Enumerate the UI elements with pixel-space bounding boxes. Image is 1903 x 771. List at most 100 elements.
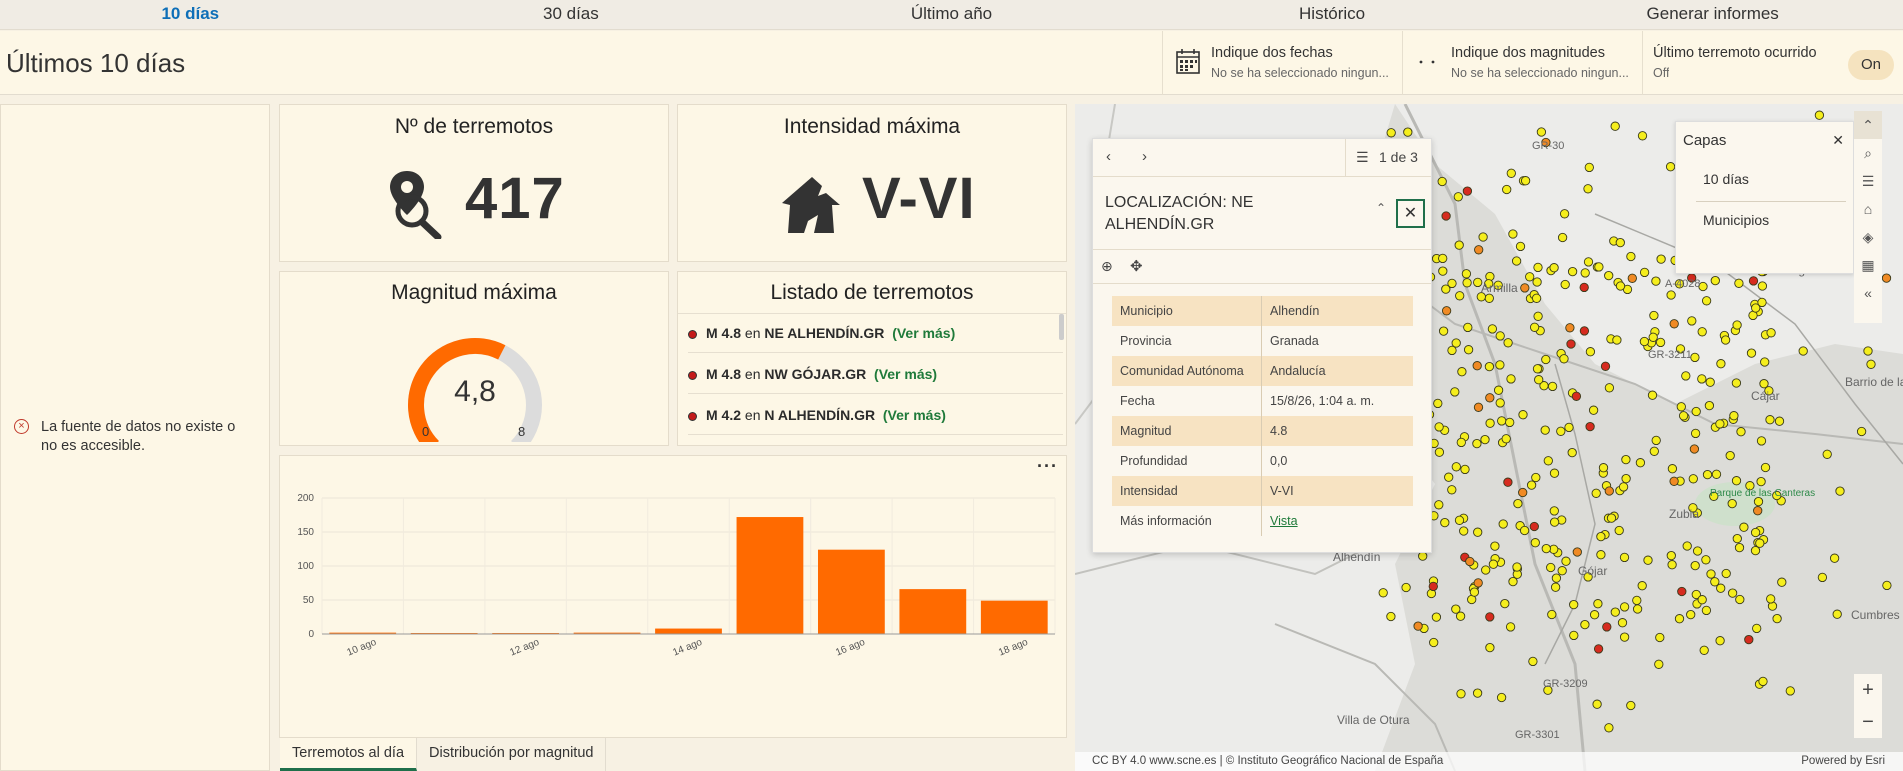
earthquake-marker[interactable] [1814, 110, 1825, 120]
earthquake-marker[interactable] [1485, 642, 1495, 653]
legend-icon[interactable]: ☰ [1854, 167, 1882, 195]
earthquake-marker[interactable] [1441, 284, 1451, 294]
zoom-out-button[interactable]: − [1854, 706, 1882, 738]
earthquake-marker[interactable] [1690, 428, 1701, 439]
earthquake-marker[interactable] [1600, 361, 1611, 371]
earthquake-marker[interactable] [1567, 447, 1577, 458]
earthquake-marker[interactable] [1549, 468, 1560, 478]
earthquake-marker[interactable] [1732, 320, 1742, 330]
earthquake-marker[interactable] [1758, 676, 1768, 687]
earthquake-marker[interactable] [1756, 476, 1766, 487]
earthquake-marker[interactable] [1735, 594, 1745, 605]
earthquake-marker[interactable] [1621, 454, 1631, 465]
earthquake-marker[interactable] [1626, 251, 1636, 262]
earthquake-marker[interactable] [1627, 273, 1637, 283]
earthquake-marker[interactable] [1547, 609, 1557, 620]
earthquake-marker[interactable] [1610, 121, 1620, 131]
earthquake-marker[interactable] [1560, 279, 1570, 290]
earthquake-marker[interactable] [1496, 692, 1507, 703]
earthquake-marker[interactable] [1438, 266, 1448, 276]
earthquake-marker[interactable] [1725, 450, 1735, 461]
earthquake-marker[interactable] [1481, 565, 1491, 575]
earthquake-marker[interactable] [1472, 361, 1482, 371]
layer-item-10-dias[interactable]: 10 días [1703, 171, 1749, 187]
tab-ultimo-ano[interactable]: Último año [761, 0, 1142, 29]
layers-icon[interactable]: ◈ [1854, 223, 1882, 251]
earthquake-marker[interactable] [1704, 400, 1715, 411]
earthquake-marker[interactable] [1454, 240, 1464, 250]
earthquake-marker[interactable] [1456, 689, 1466, 699]
earthquake-marker[interactable] [1656, 254, 1666, 264]
earthquake-marker[interactable] [1525, 272, 1535, 282]
earthquake-marker[interactable] [1564, 422, 1574, 433]
tab-historico[interactable]: Histórico [1142, 0, 1523, 29]
earthquake-marker[interactable] [1498, 519, 1508, 529]
earthquake-marker[interactable] [1585, 421, 1595, 432]
earthquake-marker[interactable] [1583, 257, 1594, 267]
chevron-left-icon[interactable]: ‹ [1106, 148, 1111, 165]
earthquake-marker[interactable] [1495, 398, 1505, 408]
earthquake-marker[interactable] [1750, 527, 1761, 538]
earthquake-marker[interactable] [1540, 425, 1550, 435]
earthquake-marker[interactable] [1687, 316, 1697, 326]
earthquake-marker[interactable] [1386, 611, 1396, 622]
earthquake-marker[interactable] [1557, 566, 1567, 576]
earthquake-marker[interactable] [1546, 562, 1556, 573]
earthquake-marker[interactable] [1541, 354, 1551, 365]
earthquake-marker[interactable] [1579, 326, 1590, 336]
earthquake-marker[interactable] [1612, 335, 1622, 345]
earthquake-marker[interactable] [1550, 582, 1561, 592]
list-item[interactable]: M 4.2 en N ALHENDÍN.GR (Ver más) [688, 395, 1063, 435]
earthquake-marker[interactable] [1485, 393, 1495, 403]
earthquake-marker[interactable] [1635, 458, 1646, 468]
earthquake-marker[interactable] [1518, 487, 1528, 498]
earthquake-marker[interactable] [1528, 656, 1538, 667]
earthquake-marker[interactable] [1572, 547, 1582, 557]
earthquake-marker[interactable] [1484, 293, 1494, 303]
earthquake-marker[interactable] [1682, 541, 1692, 551]
earthquake-marker[interactable] [1549, 506, 1559, 516]
earthquake-marker[interactable] [1772, 613, 1782, 624]
earthquake-marker[interactable] [1463, 345, 1474, 355]
earthquake-marker[interactable] [1541, 543, 1551, 554]
earthquake-marker[interactable] [1440, 517, 1450, 528]
earthquake-marker[interactable] [1561, 556, 1571, 566]
vista-link[interactable]: Vista [1262, 506, 1298, 536]
earthquake-marker[interactable] [1434, 447, 1445, 457]
earthquake-marker[interactable] [1798, 346, 1808, 356]
layer-item-municipios[interactable]: Municipios [1703, 212, 1769, 228]
earthquake-marker[interactable] [1817, 572, 1828, 583]
earthquake-marker[interactable] [1774, 416, 1785, 426]
earthquake-marker[interactable] [1731, 378, 1742, 388]
earthquake-marker[interactable] [1732, 533, 1742, 544]
earthquake-marker[interactable] [1753, 506, 1763, 516]
earthquake-marker[interactable] [1451, 462, 1461, 472]
earthquake-marker[interactable] [1508, 229, 1518, 239]
earthquake-marker[interactable] [1519, 525, 1530, 536]
earthquake-marker[interactable] [1543, 456, 1553, 466]
earthquake-marker[interactable] [1596, 550, 1606, 560]
earthquake-marker[interactable] [1532, 277, 1542, 287]
earthquake-marker[interactable] [1534, 375, 1544, 385]
earthquake-marker[interactable] [1565, 323, 1575, 333]
earthquake-marker[interactable] [1503, 477, 1513, 487]
earthquake-marker[interactable] [1530, 538, 1540, 548]
home-icon[interactable]: ⌂ [1854, 195, 1882, 223]
earthquake-marker[interactable] [1678, 411, 1689, 421]
earthquake-marker[interactable] [1750, 545, 1761, 556]
search-icon[interactable]: ⌕ [1854, 139, 1882, 167]
earthquake-marker[interactable] [1604, 723, 1614, 733]
earthquake-marker[interactable] [1614, 525, 1624, 536]
earthquake-marker[interactable] [1598, 463, 1609, 473]
close-icon[interactable]: ✕ [1832, 132, 1844, 149]
earthquake-marker[interactable] [1588, 405, 1599, 415]
earthquake-marker[interactable] [1748, 276, 1759, 286]
earthquake-marker[interactable] [1529, 521, 1539, 532]
powered-by-esri[interactable]: Powered by Esri [1801, 752, 1885, 771]
earthquake-marker[interactable] [1604, 270, 1614, 281]
earthquake-marker[interactable] [1513, 498, 1523, 509]
earthquake-marker[interactable] [1511, 256, 1522, 266]
earthquake-marker[interactable] [1863, 346, 1873, 356]
earthquake-marker[interactable] [1583, 184, 1593, 194]
earthquake-marker[interactable] [1520, 176, 1531, 186]
